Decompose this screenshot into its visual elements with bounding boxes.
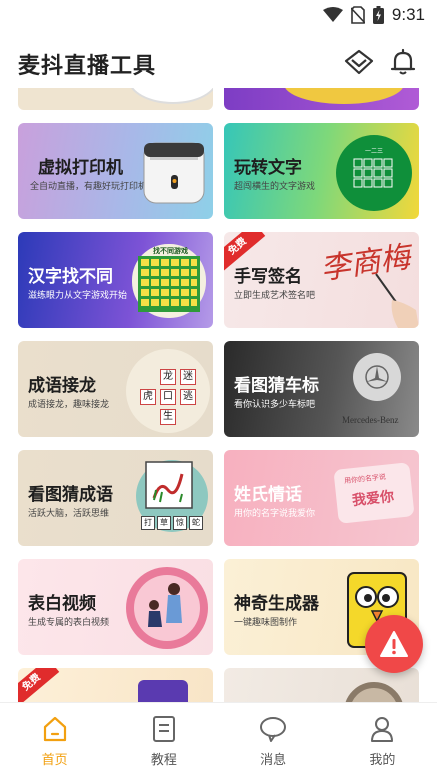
nav-item-home[interactable]: 首页 [0,703,109,776]
word-grid-icon: 一二三 [336,135,412,211]
idiom-tile: 蛇 [189,516,203,530]
notification-bell-icon[interactable] [387,46,419,78]
card-subtitle: 滋练眼力从文字游戏开始 [28,291,128,301]
card-title: 玩转文字 [234,158,302,178]
card-title: 手写签名 [234,267,302,287]
idiom-tile: 龙 [160,369,176,385]
nav-label: 消息 [260,753,287,768]
nav-label: 我的 [369,753,396,768]
battery-charging-icon [372,6,384,24]
tool-card-guess-idiom[interactable]: 看图猜成语 活跃大脑，活跃思维 打 草 惊 蛇 [18,450,213,546]
idiom-tile: 草 [157,516,171,530]
tool-card-confession-video[interactable]: 表白视频 生成专属的表白视频 [18,559,213,655]
tool-card-virtual-printer[interactable]: 虚拟打印机 全自动直播，有趣好玩打印机 [18,123,213,219]
nav-label: 首页 [41,753,68,768]
card-subtitle: 超闯横生的文字游戏 [234,182,316,192]
card-subtitle: 成语接龙，趣味接龙 [28,400,110,410]
tool-card-find-difference[interactable]: 汉字找不同 滋练眼力从文字游戏开始 找不同游戏 [18,232,213,328]
card-title: 看图猜车标 [234,376,319,396]
car-logo-icon [353,353,401,401]
brand-name: Mercedes-Benz [342,415,399,425]
tool-feed[interactable]: 虚拟打印机 全自动直播，有趣好玩打印机 玩转文字 超闯横生的文字游戏 一二三 汉… [0,88,437,702]
tool-card-partial-bottom-right[interactable] [224,668,419,702]
idiom-tile: 迷 [180,369,196,385]
tool-card-surname-love[interactable]: 姓氏情话 用你的名字说我爱你 用你的名字说 我爱你 [224,450,419,546]
card-art [138,680,188,702]
card-art [344,682,404,702]
card-subtitle: 生成专属的表白视频 [28,618,110,628]
nav-item-messages[interactable]: 消息 [219,703,328,776]
idiom-tile: 打 [141,516,155,530]
status-bar: 9:31 [0,0,437,30]
svg-text:一二三: 一二三 [365,148,383,155]
no-sim-icon [350,6,365,24]
diamond-icon[interactable] [343,46,375,78]
warning-icon [380,631,408,657]
card-subtitle: 看你认识多少车标吧 [234,400,316,410]
tool-card-handwritten-signature[interactable]: 免费 手写签名 立即生成艺术签名吧 李商梅 [224,232,419,328]
tool-card-partial-bottom-left[interactable]: 免费 [18,668,213,702]
card-title: 看图猜成语 [28,485,113,505]
card-art [284,88,404,104]
tool-card-idiom-chain[interactable]: 成语接龙 成语接龙，趣味接龙 龙 迷 虎 口 逃 生 [18,341,213,437]
card-art [128,88,213,104]
card-title: 成语接龙 [28,376,96,396]
wifi-icon [322,7,343,22]
document-icon [152,716,175,742]
card-subtitle: 用你的名字说我爱你 [234,509,316,519]
couple-illustration [126,567,208,649]
free-badge: 免费 [18,668,60,702]
card-title: 汉字找不同 [28,267,113,287]
card-title: 姓氏情话 [234,485,302,505]
printer-icon [143,142,205,204]
idiom-tile: 口 [160,389,176,405]
nav-item-profile[interactable]: 我的 [328,703,437,776]
nav-label: 教程 [150,753,177,768]
person-icon [371,717,394,742]
page-title: 麦抖直播工具 [18,54,157,79]
card-title: 虚拟打印机 [38,158,123,178]
tool-card-guess-car-logo[interactable]: 看图猜车标 看你认识多少车标吧 Mercedes-Benz [224,341,419,437]
home-icon [43,716,66,742]
card-subtitle: 一键趣味图制作 [234,618,298,628]
idiom-tile: 惊 [173,516,187,530]
chat-bubble-icon [260,717,287,742]
grid-title: 找不同游戏 [153,247,188,255]
card-title: 表白视频 [28,594,96,614]
report-alert-button[interactable] [365,615,423,673]
card-subtitle: 活跃大脑，活跃思维 [28,509,110,519]
app-header: 麦抖直播工具 [0,38,437,88]
snake-grass-icon [145,461,193,509]
tool-card-partial-left[interactable] [18,88,213,110]
card-subtitle: 立即生成艺术签名吧 [234,291,316,301]
bottom-nav: 首页 教程 消息 我的 [0,702,437,776]
tool-card-word-play[interactable]: 玩转文字 超闯横生的文字游戏 一二三 [224,123,419,219]
nav-item-tutorial[interactable]: 教程 [109,703,218,776]
card-subtitle: 全自动直播，有趣好玩打印机 [30,182,148,192]
idiom-tile: 逃 [180,389,196,405]
tool-card-partial-right[interactable] [224,88,419,110]
card-title: 神奇生成器 [234,594,319,614]
idiom-tile: 生 [160,409,176,425]
status-time: 9:31 [391,5,425,24]
status-icons: 9:31 [322,5,425,25]
hand-pen-icon [375,273,419,328]
idiom-tile: 虎 [140,389,156,405]
